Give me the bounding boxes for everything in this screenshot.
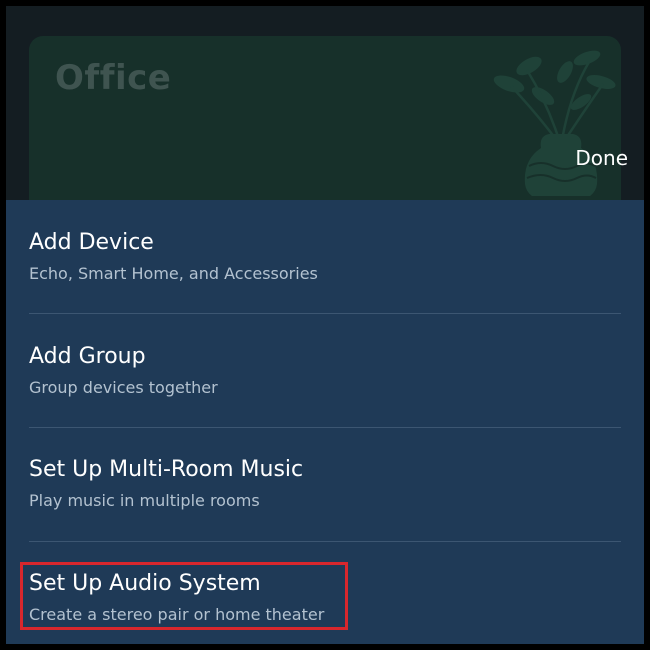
plant-in-vase-icon bbox=[493, 50, 616, 196]
add-device-item[interactable]: Add Device Echo, Smart Home, and Accesso… bbox=[29, 200, 621, 313]
multi-room-music-title: Set Up Multi-Room Music bbox=[29, 457, 304, 482]
add-device-title: Add Device bbox=[29, 230, 154, 255]
audio-system-subtitle: Create a stereo pair or home theater bbox=[29, 605, 325, 624]
audio-system-item[interactable]: Set Up Audio System Create a stereo pair… bbox=[29, 541, 621, 644]
add-device-subtitle: Echo, Smart Home, and Accessories bbox=[29, 264, 318, 283]
add-group-subtitle: Group devices together bbox=[29, 378, 218, 397]
app-screen: Office Done Add Device Echo, Smart Home,… bbox=[6, 6, 644, 644]
audio-system-title: Set Up Audio System bbox=[29, 571, 261, 596]
action-sheet: Add Device Echo, Smart Home, and Accesso… bbox=[6, 200, 644, 644]
add-group-item[interactable]: Add Group Group devices together bbox=[29, 314, 621, 427]
room-title: Office bbox=[55, 58, 172, 98]
multi-room-music-item[interactable]: Set Up Multi-Room Music Play music in mu… bbox=[29, 427, 621, 540]
multi-room-music-subtitle: Play music in multiple rooms bbox=[29, 491, 260, 510]
add-group-title: Add Group bbox=[29, 344, 146, 369]
done-button[interactable]: Done bbox=[575, 146, 628, 170]
